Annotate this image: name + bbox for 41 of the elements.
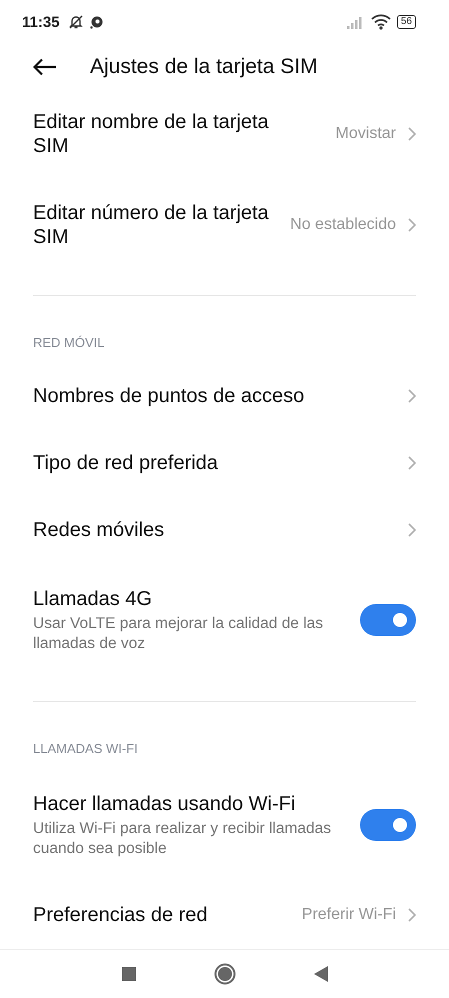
settings-item[interactable]: Preferencias de red Preferir Wi-Fi: [33, 882, 416, 949]
item-title: Llamadas 4G: [33, 586, 153, 611]
item-value: Preferir Wi-Fi: [302, 906, 396, 924]
chevron-right-icon: [408, 908, 416, 922]
chevron-right-icon: [408, 456, 416, 470]
settings-item[interactable]: Hacer llamadas usando Wi-Fi Utiliza Wi-Fi para realizar y recibir llamadas cuando sea posible: [33, 768, 416, 882]
settings-item[interactable]: Redes móviles: [33, 496, 416, 564]
item-title: Hacer llamadas usando Wi-Fi: [33, 792, 296, 816]
chevron-right-icon: [408, 523, 416, 538]
item-description: Usar VoLTE para mejorar la calidad de las llamadas de voz: [33, 614, 324, 654]
settings-item[interactable]: Tipo de red preferida: [33, 430, 416, 497]
toggle-switch[interactable]: [360, 809, 416, 842]
section-header: LLAMADAS WI-FI: [33, 740, 139, 758]
back-icon[interactable]: [314, 966, 328, 982]
section-header: RED MÓVIL: [33, 334, 106, 352]
item-title: Preferencias de red: [33, 903, 209, 928]
page-title: Ajustes de la tarjeta SIM: [90, 54, 318, 79]
home-icon[interactable]: [214, 962, 236, 985]
item-title: Redes móviles: [33, 518, 166, 542]
settings-item[interactable]: Editar nombre de la tarjeta SIM Movistar: [33, 88, 416, 180]
settings-item[interactable]: Nombres de puntos de acceso: [33, 362, 416, 430]
item-value: Movistar: [336, 125, 396, 144]
item-description: Utiliza Wi-Fi para realizar y recibir llamadas cuando sea posible: [33, 818, 332, 859]
status-time: 11:35: [22, 14, 60, 31]
item-title: Editar nombre de la tarjeta SIM: [33, 110, 270, 158]
recents-icon[interactable]: [122, 966, 136, 981]
item-value: No establecido: [290, 216, 396, 234]
bell-off-icon: [68, 14, 84, 30]
battery-indicator: 56: [396, 15, 416, 30]
chevron-right-icon: [408, 389, 416, 404]
item-title: Editar número de la tarjeta SIM: [33, 201, 270, 250]
item-title: Tipo de red preferida: [33, 451, 219, 476]
back-arrow-icon[interactable]: [33, 58, 57, 76]
toggle-switch[interactable]: [360, 604, 416, 636]
chevron-right-icon: [408, 218, 416, 232]
chevron-right-icon: [408, 127, 416, 142]
notification-icon: [90, 15, 104, 30]
settings-item[interactable]: Editar número de la tarjeta SIM No establecido: [33, 180, 416, 271]
wifi-icon: [370, 14, 391, 30]
item-title: Nombres de puntos de acceso: [33, 384, 306, 408]
settings-item[interactable]: Llamadas 4G Usar VoLTE para mejorar la calidad de las llamadas de voz: [33, 564, 416, 677]
